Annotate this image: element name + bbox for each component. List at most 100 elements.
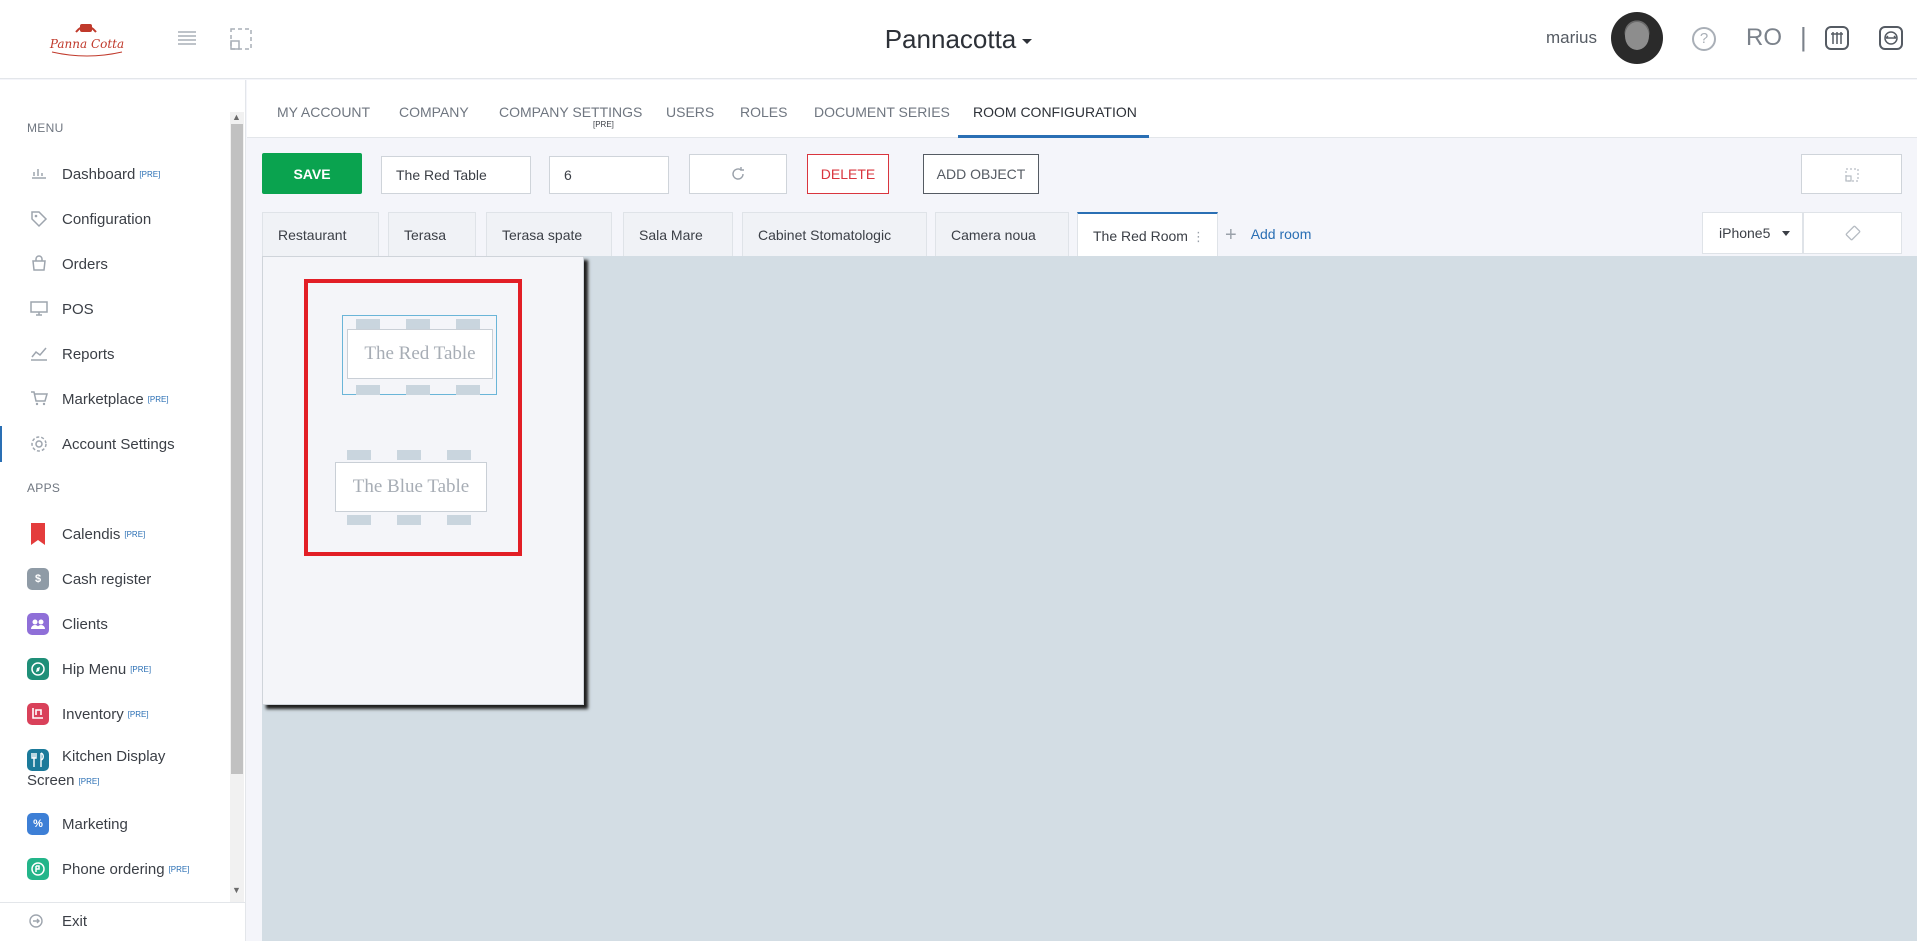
avatar[interactable]: [1611, 12, 1663, 64]
table-name-input[interactable]: The Red Table: [381, 156, 531, 194]
device-preview[interactable]: The Red Table The Blue Table: [262, 256, 584, 705]
sidebar-item-reports[interactable]: Reports: [0, 336, 228, 372]
chair: [456, 319, 480, 329]
reports-icon: [30, 345, 48, 363]
pre-badge: [PRE]: [124, 530, 146, 540]
save-button[interactable]: SAVE: [262, 153, 362, 194]
layout-icon: [1844, 167, 1859, 182]
divider: |: [1800, 22, 1807, 52]
sidebar-item-label: Configuration: [62, 210, 152, 228]
help-icon[interactable]: ?: [1692, 27, 1716, 51]
room-tab-terasa[interactable]: Terasa: [388, 212, 476, 256]
tab-my-account[interactable]: MY ACCOUNT: [277, 104, 370, 120]
sidebar-app-clients[interactable]: Clients: [0, 606, 228, 642]
sidebar-app-hip-menu[interactable]: Hip Menu [PRE]: [0, 651, 228, 687]
utensils-icon: [27, 749, 49, 771]
room-tab-sala-mare[interactable]: Sala Mare: [623, 212, 733, 256]
sidebar-item-dashboard[interactable]: Dashboard [PRE]: [0, 156, 228, 192]
sidebar-item-label: Clients: [62, 615, 108, 633]
exit-button[interactable]: Exit: [0, 902, 246, 941]
sidebar-item-pos[interactable]: POS: [0, 291, 228, 327]
room-tab-restaurant[interactable]: Restaurant: [262, 212, 379, 256]
chair: [356, 385, 380, 395]
chevron-down-icon: [1022, 38, 1033, 44]
exit-icon: [27, 913, 45, 931]
sidebar-item-orders[interactable]: Orders: [0, 246, 228, 282]
sidebar-item-label-line2: Screen: [27, 772, 75, 789]
bag-icon: [30, 255, 48, 273]
exit-fullscreen-icon[interactable]: [1879, 26, 1903, 50]
fit-view-button[interactable]: [1801, 154, 1902, 194]
tab-roles[interactable]: ROLES: [740, 104, 787, 120]
room-tab-cabinet-stomatologic[interactable]: Cabinet Stomatologic: [742, 212, 927, 256]
sidebar-app-calendis[interactable]: Calendis [PRE]: [0, 516, 228, 552]
pre-badge: [PRE]: [127, 710, 149, 720]
active-tab-indicator: [958, 135, 1149, 138]
grid-icon[interactable]: [1825, 26, 1849, 50]
scroll-up-icon[interactable]: ▲: [232, 112, 241, 122]
sidebar-item-label: Account Settings: [62, 435, 175, 453]
chair: [356, 319, 380, 329]
scroll-down-icon[interactable]: ▼: [232, 885, 241, 895]
delete-button[interactable]: DELETE: [807, 154, 889, 194]
sidebar-scrollbar[interactable]: [230, 112, 244, 902]
apps-section-label: APPS: [27, 481, 61, 495]
tab-users[interactable]: USERS: [666, 104, 714, 120]
sidebar-app-phone-ordering[interactable]: Phone ordering [PRE]: [0, 851, 228, 887]
pre-badge: [PRE]: [593, 120, 614, 129]
user-name[interactable]: marius: [1546, 28, 1597, 48]
sidebar-item-label: Kitchen Display: [62, 748, 166, 765]
table-the-red-table[interactable]: The Red Table: [347, 329, 493, 379]
chair: [347, 450, 371, 460]
exit-label: Exit: [62, 913, 88, 930]
rotate-device-button[interactable]: [1803, 212, 1902, 254]
inventory-icon: [27, 703, 49, 725]
rotate-icon: [1845, 225, 1860, 241]
sidebar-item-label: Inventory: [62, 705, 124, 723]
device-select[interactable]: iPhone5: [1702, 212, 1803, 254]
sidebar-item-marketplace[interactable]: Marketplace [PRE]: [0, 381, 228, 417]
sidebar-app-cash-register[interactable]: $ Cash register: [0, 561, 228, 597]
monitor-icon: [30, 300, 48, 318]
add-room-button[interactable]: + Add room: [1225, 224, 1311, 247]
sidebar-item-label: POS: [62, 300, 94, 318]
language-switch[interactable]: RO: [1746, 24, 1782, 52]
clients-icon: [27, 613, 49, 635]
sidebar-app-marketing[interactable]: % Marketing: [0, 806, 228, 842]
add-object-button[interactable]: ADD OBJECT: [923, 154, 1039, 194]
rotate-object-button[interactable]: [689, 154, 787, 194]
app-title: Pannacotta: [884, 24, 1017, 54]
tab-document-series[interactable]: DOCUMENT SERIES: [814, 104, 950, 120]
sidebar-app-inventory[interactable]: Inventory [PRE]: [0, 696, 228, 732]
sidebar-app-kitchen-display[interactable]: Kitchen Display Screen [PRE]: [0, 741, 228, 799]
sidebar-item-label: Dashboard: [62, 165, 136, 183]
room-tab-camera-noua[interactable]: Camera noua: [935, 212, 1069, 256]
sidebar-item-label: Cash register: [62, 570, 152, 588]
device-select-value: iPhone5: [1719, 225, 1771, 241]
sidebar-item-account-settings[interactable]: Account Settings: [0, 426, 228, 462]
table-label: The Red Table: [364, 343, 476, 364]
chair: [406, 319, 430, 329]
seats-input[interactable]: 6: [549, 156, 669, 194]
scrollbar-thumb[interactable]: [231, 124, 243, 774]
tab-room-configuration[interactable]: ROOM CONFIGURATION: [973, 104, 1137, 120]
tag-icon: [30, 210, 48, 228]
sidebar-item-configuration[interactable]: Configuration: [0, 201, 228, 237]
sidebar-item-label: Orders: [62, 255, 108, 273]
room-tab-terasa-spate[interactable]: Terasa spate: [486, 212, 612, 256]
add-room-label: Add room: [1250, 226, 1312, 243]
tab-company[interactable]: COMPANY: [399, 104, 469, 120]
top-header: Panna Cotta Pannacotta marius ? RO |: [0, 0, 1917, 79]
table-label: The Blue Table: [352, 476, 470, 497]
room-tab-the-red-room[interactable]: The Red Room ⋮: [1077, 212, 1218, 256]
more-options-icon[interactable]: ⋮: [1192, 229, 1205, 244]
chair: [397, 515, 421, 525]
tab-company-settings[interactable]: COMPANY SETTINGS: [499, 104, 642, 120]
room-tab-label: The Red Room: [1093, 228, 1188, 244]
gear-icon: [30, 435, 48, 453]
room-canvas[interactable]: The Red Table The Blue Table: [262, 256, 1917, 941]
chevron-down-icon: [1782, 231, 1790, 236]
table-the-blue-table[interactable]: The Blue Table: [335, 462, 487, 512]
refresh-icon: [732, 166, 744, 180]
sidebar-item-label: Marketplace: [62, 390, 144, 408]
